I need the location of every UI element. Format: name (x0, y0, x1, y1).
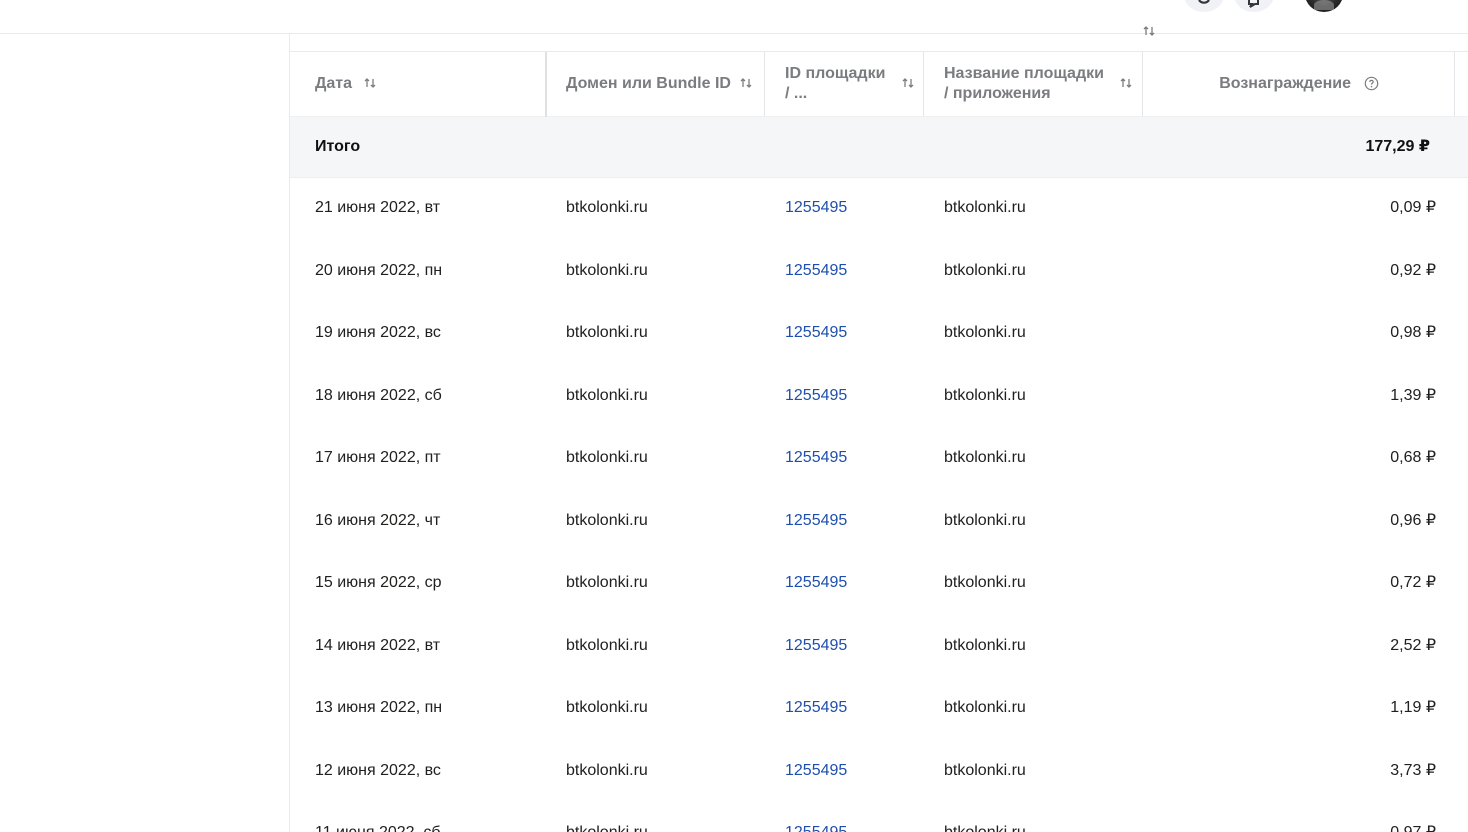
table-row: 20 июня 2022, пн btkolonki.ru 1255495 bt… (290, 240, 1468, 302)
row-domain: btkolonki.ru (566, 699, 648, 716)
question-circle-icon[interactable] (1364, 76, 1379, 91)
row-date: 18 июня 2022, сб (315, 387, 442, 404)
table-row: 16 июня 2022, чт btkolonki.ru 1255495 bt… (290, 490, 1468, 552)
row-place-id-link[interactable]: 1255495 (785, 448, 847, 468)
row-reward: 0,92 ₽ (1390, 262, 1436, 279)
refresh-button[interactable] (1184, 0, 1224, 12)
column-header-date[interactable]: Дата (315, 52, 545, 116)
row-place-name: btkolonki.ru (944, 262, 1026, 279)
row-place-id-link[interactable]: 1255495 (785, 511, 847, 531)
table-toolbar-strip (290, 34, 1468, 52)
row-place-name: btkolonki.ru (944, 574, 1026, 591)
column-header-place-id-label-cont: / ... (785, 85, 808, 102)
total-row: Итого 177,29 ₽ (290, 117, 1468, 178)
sort-arrows-icon[interactable] (363, 76, 377, 90)
row-domain: btkolonki.ru (566, 823, 648, 832)
table-row: 11 июня 2022, сб btkolonki.ru 1255495 bt… (290, 802, 1468, 832)
row-date: 19 июня 2022, вс (315, 324, 441, 341)
user-avatar[interactable] (1305, 0, 1343, 12)
row-date: 21 июня 2022, вт (315, 199, 441, 216)
top-bar (0, 0, 1468, 34)
table-row: 17 июня 2022, пт btkolonki.ru 1255495 bt… (290, 427, 1468, 489)
row-place-id-link[interactable]: 1255495 (785, 573, 847, 593)
row-date: 11 июня 2022, сб (315, 823, 441, 832)
row-domain: btkolonki.ru (566, 387, 648, 404)
row-domain: btkolonki.ru (566, 637, 648, 654)
row-place-name: btkolonki.ru (944, 387, 1026, 404)
row-domain: btkolonki.ru (566, 512, 648, 529)
row-reward: 3,73 ₽ (1390, 762, 1436, 779)
sort-arrows-icon[interactable] (1142, 26, 1156, 38)
table-header: Дата Домен или Bundle ID ID площадки / .… (290, 26, 1468, 117)
row-date: 16 июня 2022, чт (315, 512, 441, 529)
table-row: 14 июня 2022, вт btkolonki.ru 1255495 bt… (290, 615, 1468, 677)
row-date: 17 июня 2022, пт (315, 449, 441, 466)
row-place-id-link[interactable]: 1255495 (785, 823, 847, 832)
row-domain: btkolonki.ru (566, 199, 648, 216)
total-label: Итого (315, 138, 361, 155)
row-reward: 0,09 ₽ (1390, 199, 1436, 216)
row-place-name: btkolonki.ru (944, 512, 1026, 529)
row-place-id-link[interactable]: 1255495 (785, 323, 847, 343)
row-place-id-link[interactable]: 1255495 (785, 198, 847, 218)
row-date: 15 июня 2022, ср (315, 574, 442, 591)
row-reward: 0,72 ₽ (1390, 574, 1436, 591)
table-row: 19 июня 2022, вс btkolonki.ru 1255495 bt… (290, 302, 1468, 364)
column-header-date-label: Дата (315, 75, 353, 92)
row-place-id-link[interactable]: 1255495 (785, 386, 847, 406)
column-header-place-id[interactable]: ID площадки / ... (785, 52, 925, 116)
chat-button[interactable] (1234, 0, 1274, 12)
row-place-name: btkolonki.ru (944, 199, 1026, 216)
column-header-place-id-label: ID площадки (785, 65, 886, 82)
row-reward: 0,97 ₽ (1390, 823, 1436, 832)
row-domain: btkolonki.ru (566, 262, 648, 279)
row-place-id-link[interactable]: 1255495 (785, 636, 847, 656)
column-header-reward[interactable]: Вознаграждение (1143, 26, 1403, 116)
row-domain: btkolonki.ru (566, 449, 648, 466)
row-reward: 2,52 ₽ (1390, 637, 1436, 654)
row-date: 13 июня 2022, пн (315, 699, 443, 716)
row-place-name: btkolonki.ru (944, 823, 1026, 832)
row-place-name: btkolonki.ru (944, 762, 1026, 779)
row-reward: 0,98 ₽ (1390, 324, 1436, 341)
row-domain: btkolonki.ru (566, 574, 648, 591)
table-row: 21 июня 2022, вт btkolonki.ru 1255495 bt… (290, 177, 1468, 239)
column-header-place-name[interactable]: Название площадки / приложения (944, 52, 1144, 116)
row-domain: btkolonki.ru (566, 762, 648, 779)
row-date: 14 июня 2022, вт (315, 637, 441, 654)
row-place-name: btkolonki.ru (944, 637, 1026, 654)
row-place-id-link[interactable]: 1255495 (785, 761, 847, 781)
table-row: 13 июня 2022, пн btkolonki.ru 1255495 bt… (290, 677, 1468, 739)
left-sidebar (0, 34, 290, 832)
row-reward: 1,19 ₽ (1390, 699, 1436, 716)
row-place-name: btkolonki.ru (944, 699, 1026, 716)
column-header-place-name-label: Название площадки (944, 65, 1104, 82)
column-header-reward-label: Вознаграждение (1219, 75, 1351, 92)
total-reward: 177,29 ₽ (1365, 138, 1430, 155)
column-header-place-name-label-cont: / приложения (944, 85, 1051, 102)
row-reward: 0,68 ₽ (1390, 449, 1436, 466)
row-date: 20 июня 2022, пн (315, 262, 443, 279)
table-row: 18 июня 2022, сб btkolonki.ru 1255495 bt… (290, 365, 1468, 427)
column-header-domain[interactable]: Домен или Bundle ID (566, 52, 766, 116)
sort-arrows-icon[interactable] (1119, 76, 1133, 90)
statistics-table: Дата Домен или Bundle ID ID площадки / .… (290, 26, 1468, 832)
row-place-name: btkolonki.ru (944, 449, 1026, 466)
row-place-id-link[interactable]: 1255495 (785, 261, 847, 281)
column-header-domain-label: Домен или Bundle ID (566, 75, 731, 92)
table-row: 15 июня 2022, ср btkolonki.ru 1255495 bt… (290, 552, 1468, 614)
row-place-id-link[interactable]: 1255495 (785, 698, 847, 718)
sort-arrows-icon[interactable] (739, 76, 753, 90)
chat-icon (1248, 0, 1259, 8)
sort-arrows-icon[interactable] (901, 76, 915, 90)
row-reward: 0,96 ₽ (1390, 512, 1436, 529)
row-reward: 1,39 ₽ (1390, 387, 1436, 404)
row-date: 12 июня 2022, вс (315, 762, 441, 779)
row-place-name: btkolonki.ru (944, 324, 1026, 341)
refresh-icon (1198, 0, 1210, 4)
table-row: 12 июня 2022, вс btkolonki.ru 1255495 bt… (290, 740, 1468, 802)
row-domain: btkolonki.ru (566, 324, 648, 341)
